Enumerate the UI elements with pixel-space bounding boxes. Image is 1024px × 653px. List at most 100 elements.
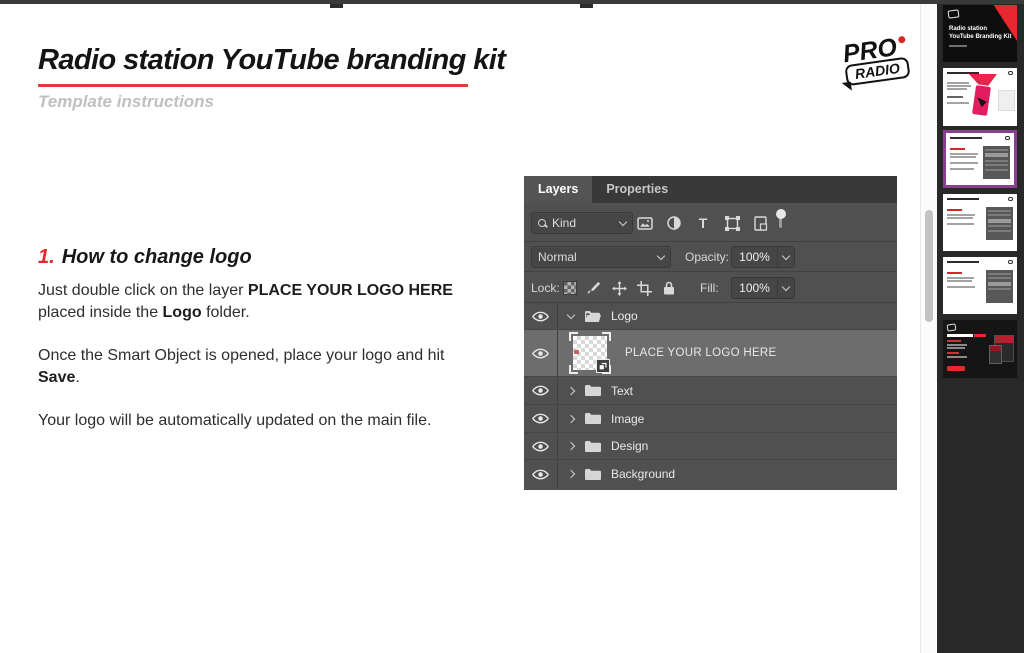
decor-red-heading (947, 209, 962, 211)
decor-logo-mark (1008, 197, 1013, 201)
decor-line (985, 160, 1008, 162)
fill-dropdown-button[interactable] (777, 278, 794, 298)
kind-filter-label: Kind (552, 216, 576, 230)
blend-mode-dropdown[interactable]: Normal (531, 246, 671, 268)
decor-line (947, 72, 979, 74)
decor-line (947, 85, 971, 87)
layer-row-place-your-logo-here[interactable]: PLACE YOUR LOGO HERE (524, 330, 897, 377)
decor-line (985, 164, 1008, 166)
thumbnail-page-1[interactable]: Radio station YouTube Branding Kit (943, 5, 1017, 62)
tab-properties[interactable]: Properties (592, 176, 682, 203)
fill-value: 100% (732, 278, 777, 298)
fill-input[interactable]: 100% (731, 277, 795, 299)
filter-adjustment-layers-icon[interactable] (666, 215, 682, 231)
folder-open-icon (584, 310, 602, 323)
thumb-title-line: YouTube Branding Kit (949, 34, 1011, 40)
page-subtitle: Template instructions (38, 92, 214, 112)
thumb-logo-mark (947, 9, 959, 18)
filter-shape-layers-icon[interactable] (724, 215, 740, 231)
tab-layers[interactable]: Layers (524, 176, 592, 203)
decor-line (988, 277, 1011, 279)
thumbnail-page-4[interactable] (943, 194, 1017, 251)
search-icon (538, 219, 547, 228)
layer-row-design-group[interactable]: Design (524, 433, 897, 460)
filter-smart-objects-icon[interactable] (753, 215, 769, 231)
layer-name[interactable]: Background (611, 467, 675, 481)
layer-thumbnail[interactable] (569, 332, 611, 374)
kind-filter-dropdown[interactable]: Kind (531, 212, 633, 234)
chevron-down-icon (782, 282, 790, 290)
decor-line (985, 169, 1008, 171)
decor-line (950, 168, 974, 170)
layer-row-image-group[interactable]: Image (524, 405, 897, 433)
blend-mode-row: Normal Opacity: 100% (524, 242, 897, 272)
layer-name[interactable]: Design (611, 439, 648, 453)
vertical-scrollbar-track[interactable] (920, 4, 937, 653)
layer-name[interactable]: PLACE YOUR LOGO HERE (625, 347, 777, 359)
title-underline (38, 84, 468, 87)
decor-line (947, 82, 969, 84)
filter-pixel-layers-icon[interactable] (637, 215, 653, 231)
thumb-corner (569, 365, 578, 374)
page-title: Radio station YouTube branding kit (38, 44, 505, 77)
decor-line (947, 96, 963, 98)
chevron-down-icon[interactable] (565, 315, 577, 318)
fill-label: Fill: (700, 281, 719, 295)
decor-line (947, 340, 961, 342)
lock-image-brush-icon[interactable] (586, 280, 602, 296)
layer-filter-row: Kind T (524, 203, 897, 242)
layer-row-background-group[interactable]: Background (524, 460, 897, 488)
photoshop-layers-panel: Layers Properties Kind T (524, 176, 897, 490)
layer-name[interactable]: Logo (611, 309, 638, 323)
chevron-right-icon[interactable] (565, 471, 577, 477)
folder-icon (584, 440, 602, 453)
opacity-dropdown-button[interactable] (777, 247, 794, 267)
layer-row-text-group[interactable]: Text (524, 377, 897, 405)
filter-type-layers-icon[interactable]: T (695, 215, 711, 231)
thumb-title-line: Radio station (949, 26, 987, 32)
section-number: 1. (38, 246, 55, 268)
layer-name[interactable]: Image (611, 412, 644, 426)
decor-line (947, 261, 979, 263)
lock-artboard-icon[interactable] (636, 280, 652, 296)
visibility-eye-icon[interactable] (524, 433, 558, 459)
lock-all-padlock-icon[interactable] (661, 280, 677, 296)
visibility-eye-icon[interactable] (524, 377, 558, 404)
visibility-eye-icon[interactable] (524, 303, 558, 329)
decor-line (988, 210, 1011, 212)
layer-name[interactable]: Text (611, 384, 633, 398)
lock-position-move-icon[interactable] (611, 280, 627, 296)
logo-bubble-tail (842, 82, 852, 92)
lock-transparency-icon[interactable] (563, 281, 577, 295)
visibility-eye-icon[interactable] (524, 405, 558, 432)
visibility-eye-icon[interactable] (524, 330, 558, 376)
chevron-right-icon[interactable] (565, 443, 577, 449)
opacity-label: Opacity: (685, 250, 729, 264)
chevron-right-icon[interactable] (565, 388, 577, 394)
layer-row-logo-group[interactable]: Logo (524, 303, 897, 330)
vertical-scrollbar-thumb[interactable] (925, 210, 933, 322)
folder-icon (584, 412, 602, 425)
logo-dot-icon (897, 36, 905, 44)
lock-row: Lock: Fill: 100% (524, 272, 897, 303)
opacity-input[interactable]: 100% (731, 246, 795, 268)
thumbnail-logo-mark (574, 350, 579, 354)
filter-toggle-icon[interactable] (774, 209, 787, 229)
visibility-eye-icon[interactable] (524, 460, 558, 488)
decor-line (947, 347, 965, 349)
thumbnail-page-6[interactable] (943, 320, 1017, 378)
viewer-window: Radio station YouTube branding kit Templ… (0, 0, 1024, 653)
thumbnail-page-3-active[interactable] (943, 130, 1017, 188)
thumbnail-page-2[interactable] (943, 68, 1017, 126)
decor-line (950, 137, 982, 139)
decor-line (947, 286, 975, 288)
decor-panel (986, 207, 1013, 240)
decor-line (988, 282, 1011, 286)
paragraph-1: Just double click on the layer PLACE YOU… (38, 280, 468, 324)
chevron-right-icon[interactable] (565, 416, 577, 422)
top-strip-notch (330, 4, 343, 8)
decor-line (947, 217, 973, 219)
section-heading: 1.How to change logo (38, 246, 252, 269)
thumbnail-page-5[interactable] (943, 257, 1017, 314)
decor-line (988, 225, 1011, 227)
